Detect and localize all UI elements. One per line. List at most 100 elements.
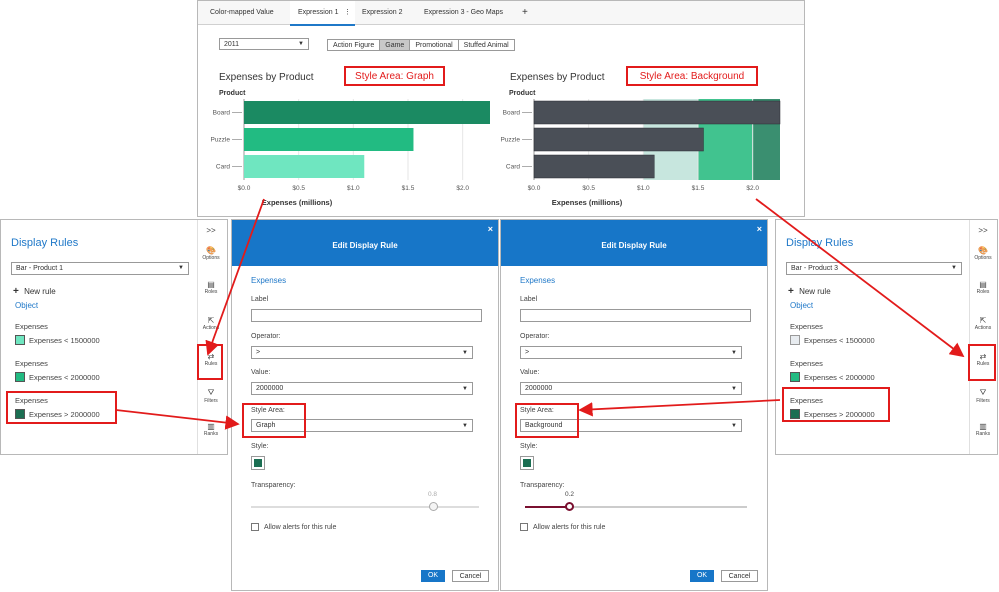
category-label: Board (213, 110, 231, 117)
plus-icon: + (788, 286, 794, 297)
operator-select[interactable]: > ▼ (251, 346, 473, 359)
rule-item[interactable]: Expenses Expenses < 1500000 (15, 322, 100, 345)
dialog-title: Edit Display Rule (601, 241, 667, 250)
style-color-picker[interactable] (251, 456, 265, 470)
slider-thumb[interactable] (565, 502, 575, 511)
operator-caption: Operator: (520, 333, 550, 340)
actions-icon: ⇱ (979, 316, 987, 325)
alerts-checkbox-row[interactable]: Allow alerts for this rule (520, 523, 605, 531)
value-caption: Value: (251, 369, 271, 376)
chevron-down-icon: ▼ (462, 350, 468, 356)
rail-label: Actions (202, 325, 220, 331)
transparency-slider[interactable] (525, 502, 747, 511)
rail-actions[interactable]: ⇱ Actions (970, 316, 996, 331)
axis-title-x: Expenses (millions) (262, 198, 333, 207)
value-combo[interactable]: 2000000 ▼ (251, 382, 473, 395)
object-select[interactable]: Bar - Product 1 ▼ (11, 262, 189, 275)
rail-filters[interactable]: ⛛ Filters (970, 388, 996, 404)
rule-color-swatch (790, 372, 800, 382)
rail-roles[interactable]: ▤ Roles (198, 280, 224, 295)
rail-ranks[interactable]: ▥ Ranks (970, 422, 996, 437)
tick-label: $1.5 (402, 185, 415, 192)
value-combo[interactable]: 2000000 ▼ (520, 382, 742, 395)
category-button-game[interactable]: Game (379, 39, 411, 51)
object-link[interactable]: Object (15, 301, 38, 310)
tick-label: $1.0 (347, 185, 360, 192)
rail-ranks[interactable]: ▥ Ranks (198, 422, 224, 437)
panel-title: Display Rules (786, 237, 854, 249)
tab-expression-2[interactable]: Expression 2 (354, 1, 410, 25)
new-rule-button[interactable]: + New rule (13, 286, 56, 297)
tick-label: $0.0 (528, 185, 541, 192)
tick-label: $0.5 (292, 185, 305, 192)
add-tab-button[interactable]: + (514, 1, 536, 25)
edit-display-rule-dialog-right: Edit Display Rule × Expenses Label Opera… (500, 219, 768, 591)
category-button-promotional[interactable]: Promotional (409, 39, 459, 51)
side-rail: >> 🎨 Options ▤ Roles ⇱ Actions ⇄ Rules ⛛ Filt… (197, 220, 227, 454)
rail-options[interactable]: 🎨 Options (198, 246, 224, 261)
rule-label: Expenses < 2000000 (804, 372, 875, 382)
rail-actions[interactable]: ⇱ Actions (198, 316, 224, 331)
rail-label: Options (974, 255, 992, 261)
category-button-stuffed-animal[interactable]: Stuffed Animal (457, 39, 515, 51)
rail-filters[interactable]: ⛛ Filters (198, 388, 224, 404)
ok-button[interactable]: OK (421, 570, 445, 582)
ok-button[interactable]: OK (690, 570, 714, 582)
label-caption: Label (520, 296, 538, 303)
rail-label: Roles (976, 289, 990, 295)
slider-fill (525, 506, 570, 508)
slider-thumb[interactable] (429, 502, 439, 511)
year-select-value: 2011 (224, 41, 240, 48)
chart-title-left: Expenses by Product (219, 72, 314, 83)
rule-item[interactable]: Expenses Expenses < 2000000 (15, 359, 100, 382)
rule-label: Expenses < 2000000 (29, 372, 100, 382)
style-color-picker[interactable] (520, 456, 534, 470)
rule-item[interactable]: Expenses Expenses < 1500000 (790, 322, 875, 345)
tab-color-mapped-value[interactable]: Color-mapped Value (202, 1, 282, 25)
roles-icon: ▤ (979, 280, 987, 289)
transparency-slider[interactable] (251, 502, 479, 511)
tab-expression-1[interactable]: Expression 1 ⋮ (290, 1, 355, 26)
operator-value: > (525, 349, 530, 356)
filter-icon: ⛛ (979, 388, 987, 397)
bar (533, 154, 655, 179)
rail-label: Actions (974, 325, 992, 331)
actions-icon: ⇱ (207, 316, 215, 325)
bar (533, 127, 704, 152)
category-button-action-figure[interactable]: Action Figure (327, 39, 381, 51)
checkbox[interactable] (520, 523, 528, 531)
checkbox[interactable] (251, 523, 259, 531)
rail-label: Roles (204, 289, 218, 295)
object-select[interactable]: Bar - Product 3 ▼ (786, 262, 962, 275)
bar (244, 155, 365, 178)
rail-options[interactable]: 🎨 Options (970, 246, 996, 261)
cancel-button[interactable]: Cancel (452, 570, 489, 582)
highlight-box (197, 344, 223, 380)
rule-label: Expenses < 1500000 (29, 335, 100, 345)
close-icon[interactable]: × (488, 203, 493, 255)
rule-item[interactable]: Expenses Expenses < 2000000 (790, 359, 875, 382)
label-input[interactable] (251, 309, 482, 322)
rule-label: Expenses < 1500000 (804, 335, 875, 345)
label-caption: Label (251, 296, 269, 303)
cancel-button[interactable]: Cancel (721, 570, 758, 582)
rail-roles[interactable]: ▤ Roles (970, 280, 996, 295)
ranks-icon: ▥ (979, 422, 987, 431)
operator-select[interactable]: > ▼ (520, 346, 742, 359)
more-icon[interactable]: ⋮ (344, 1, 351, 25)
close-icon[interactable]: × (757, 203, 762, 255)
tab-expression-3[interactable]: Expression 3 - Geo Maps (416, 1, 511, 25)
object-link[interactable]: Object (790, 301, 813, 310)
filter-icon: ⛛ (207, 388, 215, 397)
collapse-icon[interactable]: >> (198, 226, 224, 235)
chart-left: Product $0.0 $0.5 $1.0 $1.5 $2.0 Board Puzzle Ca… (210, 90, 490, 207)
tick-label: $2.0 (746, 185, 759, 192)
label-input[interactable] (520, 309, 751, 322)
new-rule-button[interactable]: + New rule (788, 286, 831, 297)
value-text: 2000000 (525, 385, 553, 392)
collapse-icon[interactable]: >> (970, 226, 996, 235)
rail-label: Options (202, 255, 220, 261)
alerts-checkbox-row[interactable]: Allow alerts for this rule (251, 523, 336, 531)
new-rule-label: New rule (799, 287, 831, 296)
year-select[interactable]: 2011 ▼ (219, 38, 309, 50)
